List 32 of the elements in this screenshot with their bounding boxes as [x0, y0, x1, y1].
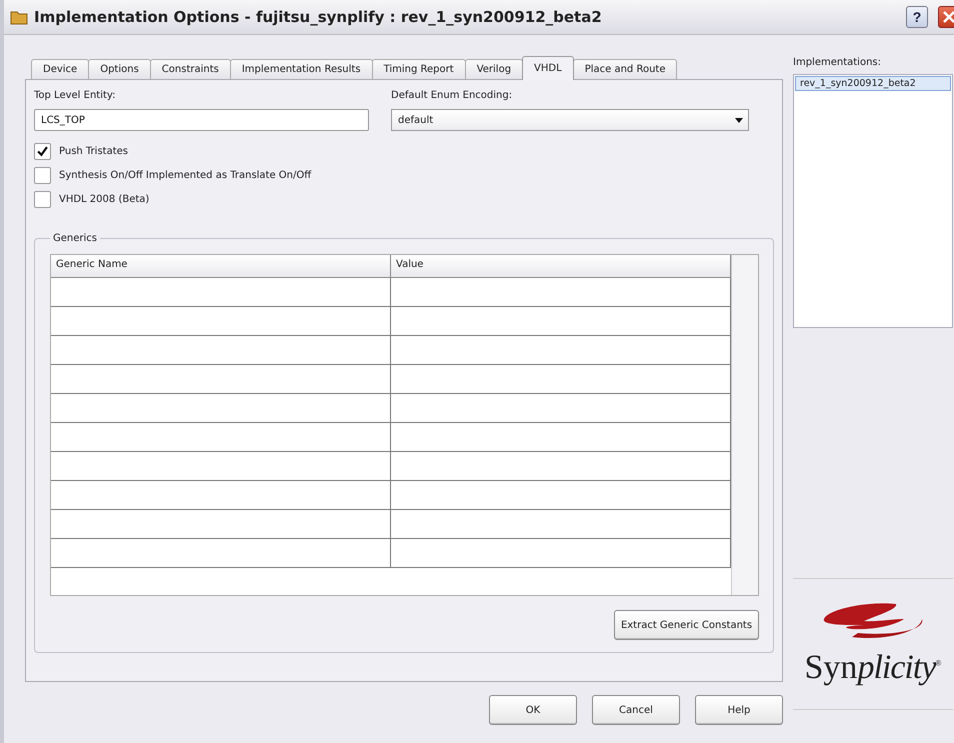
top-level-entity-field[interactable]: LCS_TOP — [34, 109, 369, 131]
tab[interactable]: Timing Report — [372, 59, 466, 79]
tab[interactable]: VHDL — [522, 56, 574, 80]
checkbox[interactable] — [34, 190, 51, 208]
group-title: Generics — [52, 233, 98, 244]
extract-button[interactable]: Extract Generic Constants — [614, 610, 759, 640]
checkbox-label: VHDL 2008 (Beta) — [59, 194, 150, 204]
checkbox[interactable] — [34, 142, 51, 160]
tab[interactable]: Implementation Results — [230, 59, 373, 79]
folder-icon — [10, 9, 28, 25]
cancel-button[interactable]: Cancel — [592, 695, 680, 725]
column-header[interactable]: Generic Name — [51, 255, 391, 277]
field-label: Default Enum Encoding: — [391, 90, 514, 101]
help-button[interactable]: ? — [906, 6, 928, 28]
tab[interactable]: Options — [88, 59, 151, 79]
tab[interactable]: Constraints — [150, 59, 231, 79]
window-title: Implementation Options - fujitsu_synplify : rev_1_syn200912_beta2 — [34, 8, 603, 26]
checkbox-label: Synthesis On/Off Implemented as Translate On/Off — [59, 170, 312, 180]
close-button[interactable] — [938, 6, 954, 28]
tab[interactable]: Device — [31, 59, 90, 79]
tab[interactable]: Verilog — [464, 59, 524, 79]
scroll-bar[interactable] — [731, 255, 758, 595]
help-button[interactable]: Help — [695, 695, 783, 725]
brand-logo: Synplicity$^{®}$ — [804, 649, 942, 687]
checkbox[interactable] — [34, 166, 51, 184]
list-label: Implementations: — [793, 57, 882, 68]
checkbox-label: Push Tristates — [59, 146, 128, 156]
ok-button[interactable]: OK — [489, 695, 577, 725]
field-label: Top Level Entity: — [34, 90, 116, 101]
enum-encoding-dropdown[interactable]: default — [391, 109, 749, 131]
list-item[interactable]: rev_1_syn200912_beta2 — [795, 76, 951, 91]
tab[interactable]: Place and Route — [572, 59, 678, 79]
